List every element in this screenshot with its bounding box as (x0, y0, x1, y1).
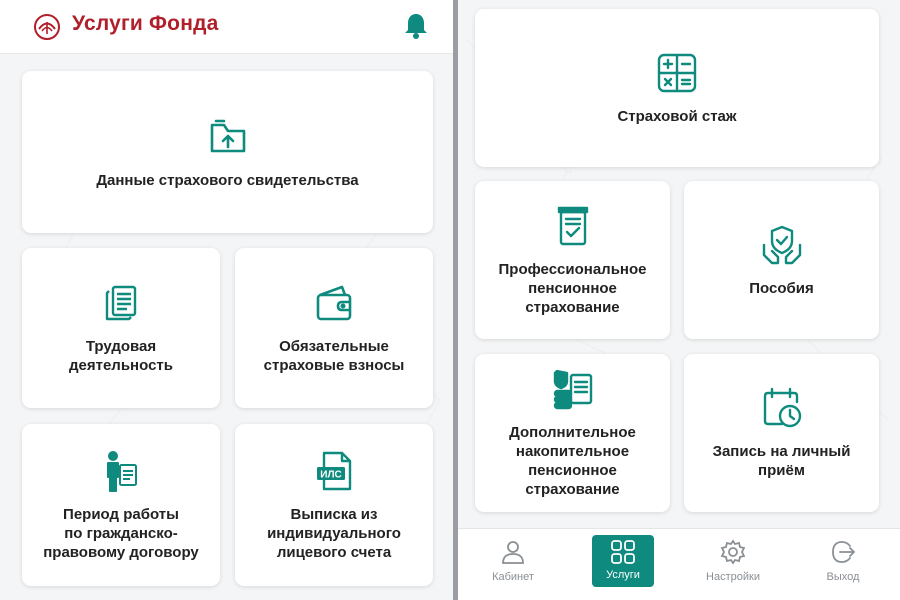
service-card-civil-contract[interactable]: Период работы по гражданско- правовому д… (22, 424, 220, 586)
nav-item-cabinet[interactable]: Кабинет (458, 529, 568, 600)
card-label: Пособия (749, 279, 814, 297)
card-label: Запись на личный приём (712, 443, 851, 479)
left-screen: Услуги Фонда Данные страхового свидетель… (0, 0, 453, 600)
right-screen: Страховой стаж Профессиональное пенсионн… (458, 0, 900, 600)
nav-label: Настройки (706, 571, 760, 583)
service-card-appointment[interactable]: Запись на личный приём (684, 354, 879, 512)
ils-document-icon: ИЛС (312, 449, 356, 493)
card-label: Выписка из индивидуального лицевого счет… (267, 505, 401, 561)
service-card-insurance-record[interactable]: Страховой стаж (475, 9, 879, 167)
nav-item-exit[interactable]: Выход (788, 529, 898, 600)
card-label: Период работы по гражданско- правовому д… (43, 505, 199, 561)
service-card-professional-pension[interactable]: Профессиональное пенсионное страхование (475, 181, 670, 339)
fund-logo-icon (34, 14, 60, 40)
nav-item-settings[interactable]: Настройки (678, 529, 788, 600)
hands-shield-icon (760, 223, 804, 267)
card-label: Трудовая деятельность (69, 338, 173, 374)
nav-item-services[interactable]: Услуги (568, 529, 678, 600)
card-label: Профессиональное пенсионное страхование (498, 260, 647, 316)
grid-icon (611, 540, 635, 564)
ils-badge-text: ИЛС (320, 469, 341, 480)
exit-icon (832, 541, 856, 563)
folder-upload-icon (206, 115, 250, 159)
gear-icon (720, 539, 746, 565)
service-card-benefits[interactable]: Пособия (684, 181, 879, 339)
coins-document-icon (551, 367, 595, 411)
documents-icon (99, 281, 143, 325)
bottom-navigation: Кабинет Услуги Настройки Выход (458, 528, 900, 600)
service-card-mandatory-contributions[interactable]: Обязательные страховые взносы (235, 248, 433, 408)
service-card-labor-activity[interactable]: Трудовая деятельность (22, 248, 220, 408)
app-header: Услуги Фонда (0, 0, 453, 54)
service-card-insurance-certificate[interactable]: Данные страхового свидетельства (22, 71, 433, 233)
person-document-icon (99, 449, 143, 493)
nav-label: Кабинет (492, 571, 534, 583)
calculator-icon (655, 51, 699, 95)
card-label: Дополнительное накопительное пенсионное … (509, 424, 636, 498)
page-title: Услуги Фонда (72, 12, 219, 35)
service-card-account-statement[interactable]: ИЛС Выписка из индивидуального лицевого … (235, 424, 433, 586)
wallet-icon (312, 281, 356, 325)
nav-label: Услуги (606, 569, 640, 581)
service-card-additional-pension[interactable]: Дополнительное накопительное пенсионное … (475, 354, 670, 512)
card-label: Данные страхового свидетельства (96, 171, 359, 189)
bell-icon[interactable] (403, 12, 429, 40)
calendar-clock-icon (760, 386, 804, 430)
card-label: Страховой стаж (617, 107, 737, 125)
person-icon (502, 541, 524, 564)
card-label: Обязательные страховые взносы (263, 338, 405, 374)
document-check-icon (551, 204, 595, 248)
nav-label: Выход (826, 571, 860, 583)
